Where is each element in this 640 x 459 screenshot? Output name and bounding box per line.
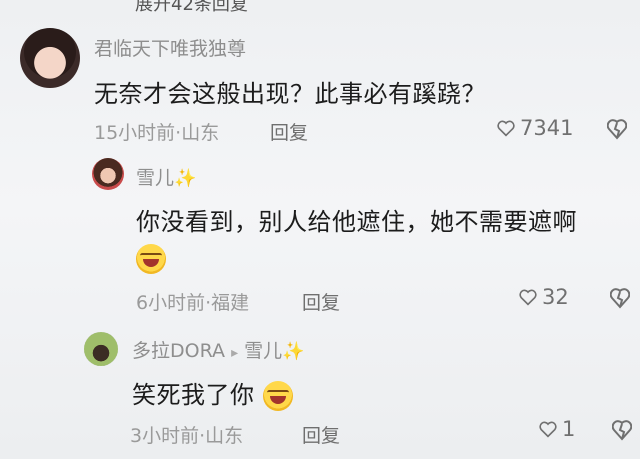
comment-meta: 15小时前·山东 <box>94 122 220 144</box>
dislike-icon[interactable] <box>610 287 630 309</box>
like-button[interactable]: 7341 <box>496 116 573 140</box>
like-count: 32 <box>542 285 569 309</box>
like-button[interactable]: 1 <box>538 417 575 441</box>
dislike-icon[interactable] <box>612 419 632 441</box>
like-button[interactable]: 32 <box>518 285 569 309</box>
reply-arrow-icon: ▸ <box>231 345 239 361</box>
expand-replies-link[interactable]: 展开42条回复 <box>135 0 248 16</box>
reply-username[interactable]: 多拉DORA ▸ 雪儿✨ <box>132 336 305 363</box>
reply-text: 你没看到，别人给他遮住，她不需要遮啊 <box>136 208 577 236</box>
heart-icon <box>519 289 537 306</box>
reply-meta: 6小时前·福建 <box>136 292 250 314</box>
laughing-crying-emoji-icon <box>136 244 166 274</box>
reply-button[interactable]: 回复 <box>270 118 308 145</box>
reply-button[interactable]: 回复 <box>302 288 340 315</box>
heart-icon <box>497 120 515 137</box>
like-count: 7341 <box>520 116 574 140</box>
sparkle-icon: ✨ <box>174 168 197 189</box>
like-count: 1 <box>562 417 576 441</box>
reply-button[interactable]: 回复 <box>302 421 340 448</box>
sparkle-icon: ✨ <box>282 341 305 362</box>
avatar[interactable] <box>84 332 118 366</box>
reply-text: 笑死我了你 <box>132 375 293 411</box>
comment-username[interactable]: 君临天下唯我独尊 <box>94 34 246 61</box>
avatar[interactable] <box>92 158 124 190</box>
dislike-icon[interactable] <box>607 118 627 140</box>
comment-text: 无奈才会这般出现？此事必有蹊跷？ <box>94 80 486 108</box>
avatar[interactable] <box>20 28 80 88</box>
reply-username[interactable]: 雪儿✨ <box>136 163 196 190</box>
laughing-crying-emoji-icon <box>262 381 293 411</box>
reply-meta: 3小时前·山东 <box>130 425 244 447</box>
reply-to-username[interactable]: 雪儿 <box>244 340 282 362</box>
heart-icon <box>539 421 557 438</box>
